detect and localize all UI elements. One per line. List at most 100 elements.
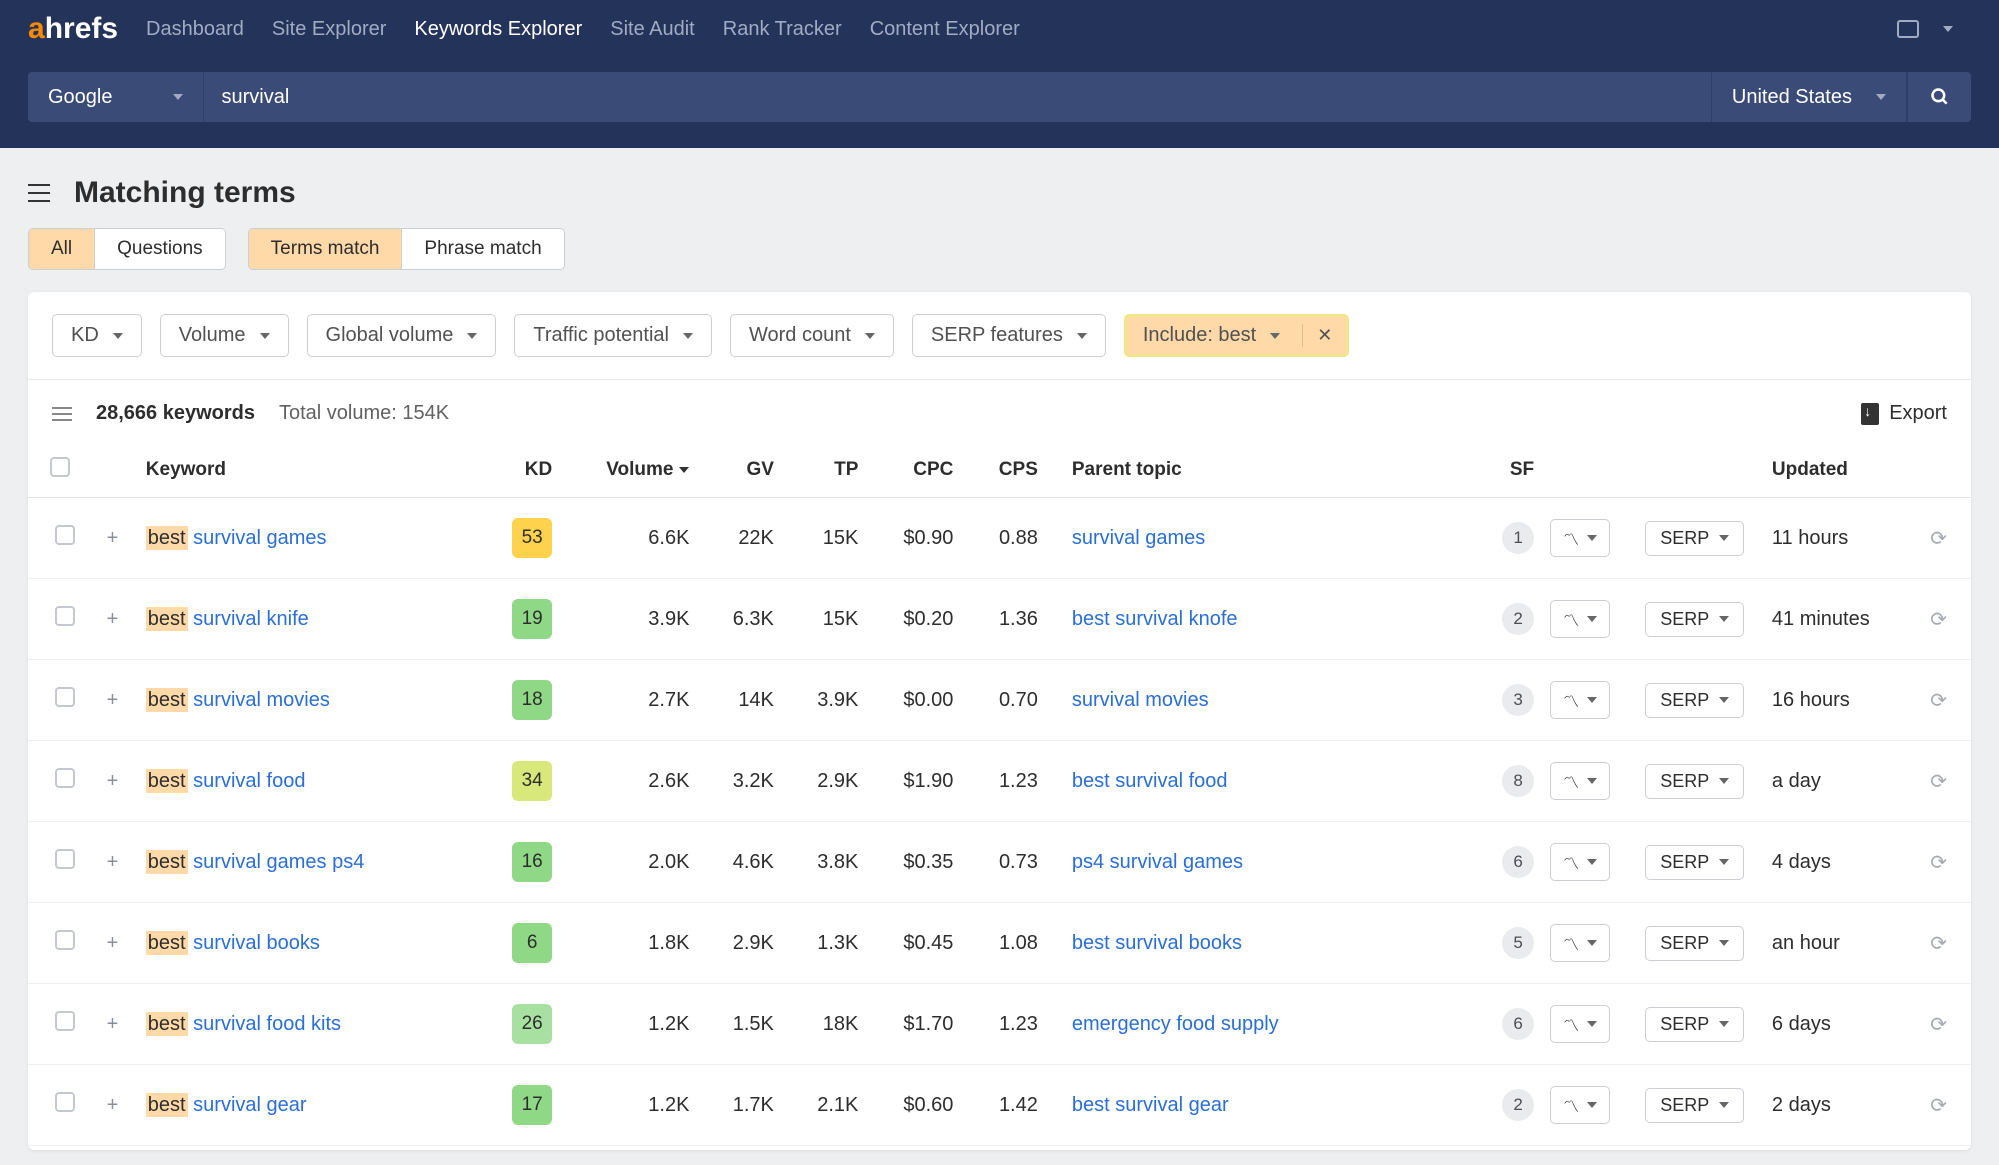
tab-all[interactable]: All — [29, 229, 95, 269]
expand-row-button[interactable]: + — [87, 579, 138, 660]
expand-row-button[interactable]: + — [87, 498, 138, 579]
col-tp[interactable]: TP — [782, 443, 866, 498]
filter-global-volume[interactable]: Global volume — [307, 314, 497, 357]
col-parent[interactable]: Parent topic — [1046, 443, 1479, 498]
trend-chart-button[interactable]: 〽 — [1550, 681, 1610, 719]
parent-topic-link[interactable]: emergency food supply — [1072, 1013, 1279, 1035]
sf-badge[interactable]: 6 — [1502, 846, 1534, 878]
search-button[interactable] — [1907, 72, 1971, 122]
trend-chart-button[interactable]: 〽 — [1550, 843, 1610, 881]
export-button[interactable]: Export — [1861, 402, 1947, 425]
row-checkbox[interactable] — [55, 1092, 75, 1112]
display-icon[interactable] — [1897, 20, 1919, 38]
parent-topic-link[interactable]: ps4 survival games — [1072, 851, 1243, 873]
expand-row-button[interactable]: + — [87, 903, 138, 984]
sf-badge[interactable]: 2 — [1502, 1089, 1534, 1121]
refresh-icon[interactable]: ⟳ — [1930, 609, 1947, 631]
refresh-icon[interactable]: ⟳ — [1930, 528, 1947, 550]
row-checkbox[interactable] — [55, 849, 75, 869]
serp-button[interactable]: SERP — [1645, 521, 1744, 556]
nav-item-site-explorer[interactable]: Site Explorer — [272, 18, 387, 41]
keyword-cell[interactable]: best survival food — [138, 741, 486, 822]
keyword-cell[interactable]: best survival knife — [138, 579, 486, 660]
col-volume[interactable]: Volume — [560, 443, 697, 498]
refresh-icon[interactable]: ⟳ — [1930, 1095, 1947, 1117]
parent-topic-link[interactable]: best survival food — [1072, 770, 1228, 792]
row-checkbox[interactable] — [55, 525, 75, 545]
sf-badge[interactable]: 2 — [1502, 603, 1534, 635]
parent-topic-link[interactable]: best survival knofe — [1072, 608, 1238, 630]
serp-button[interactable]: SERP — [1645, 1088, 1744, 1123]
nav-item-content-explorer[interactable]: Content Explorer — [870, 18, 1020, 41]
nav-item-site-audit[interactable]: Site Audit — [610, 18, 695, 41]
keyword-cell[interactable]: best survival games — [138, 498, 486, 579]
nav-item-rank-tracker[interactable]: Rank Tracker — [723, 18, 842, 41]
sf-badge[interactable]: 3 — [1502, 684, 1534, 716]
col-cps[interactable]: CPS — [961, 443, 1045, 498]
expand-row-button[interactable]: + — [87, 741, 138, 822]
expand-row-button[interactable]: + — [87, 822, 138, 903]
parent-topic-link[interactable]: best survival gear — [1072, 1094, 1229, 1116]
serp-button[interactable]: SERP — [1645, 764, 1744, 799]
filter-traffic-potential[interactable]: Traffic potential — [514, 314, 712, 357]
close-icon[interactable]: ✕ — [1302, 324, 1346, 347]
refresh-icon[interactable]: ⟳ — [1930, 690, 1947, 712]
trend-chart-button[interactable]: 〽 — [1550, 924, 1610, 962]
parent-topic-link[interactable]: survival games — [1072, 527, 1205, 549]
keyword-cell[interactable]: best survival gear — [138, 1065, 486, 1146]
account-menu-caret-icon[interactable] — [1943, 26, 1953, 32]
trend-chart-button[interactable]: 〽 — [1550, 762, 1610, 800]
keyword-cell[interactable]: best survival food kits — [138, 984, 486, 1065]
tab-phrase-match[interactable]: Phrase match — [402, 229, 563, 269]
sf-badge[interactable]: 5 — [1502, 927, 1534, 959]
select-all-checkbox[interactable] — [50, 457, 70, 477]
expand-row-button[interactable]: + — [87, 1065, 138, 1146]
serp-button[interactable]: SERP — [1645, 602, 1744, 637]
expand-row-button[interactable]: + — [87, 984, 138, 1065]
col-cpc[interactable]: CPC — [866, 443, 961, 498]
row-checkbox[interactable] — [55, 930, 75, 950]
keyword-cell[interactable]: best survival movies — [138, 660, 486, 741]
refresh-icon[interactable]: ⟳ — [1930, 852, 1947, 874]
country-select[interactable]: United States — [1711, 72, 1907, 122]
search-engine-select[interactable]: Google — [28, 72, 204, 122]
sf-badge[interactable]: 1 — [1502, 522, 1534, 554]
sidebar-toggle-icon[interactable] — [28, 192, 50, 194]
expand-row-button[interactable]: + — [87, 660, 138, 741]
refresh-icon[interactable]: ⟳ — [1930, 771, 1947, 793]
parent-topic-link[interactable]: survival movies — [1072, 689, 1209, 711]
parent-topic-link[interactable]: best survival books — [1072, 932, 1242, 954]
tab-terms-match[interactable]: Terms match — [249, 229, 403, 269]
keyword-cell[interactable]: best survival books — [138, 903, 486, 984]
trend-chart-button[interactable]: 〽 — [1550, 600, 1610, 638]
row-checkbox[interactable] — [55, 768, 75, 788]
serp-button[interactable]: SERP — [1645, 926, 1744, 961]
keyword-cell[interactable]: best survival games ps4 — [138, 822, 486, 903]
serp-button[interactable]: SERP — [1645, 1007, 1744, 1042]
keyword-search-input[interactable] — [204, 72, 1711, 122]
refresh-icon[interactable]: ⟳ — [1930, 933, 1947, 955]
nav-item-dashboard[interactable]: Dashboard — [146, 18, 244, 41]
col-kd[interactable]: KD — [486, 443, 560, 498]
serp-button[interactable]: SERP — [1645, 845, 1744, 880]
filter-volume[interactable]: Volume — [160, 314, 289, 357]
col-gv[interactable]: GV — [697, 443, 781, 498]
list-options-icon[interactable] — [52, 413, 72, 415]
refresh-icon[interactable]: ⟳ — [1930, 1014, 1947, 1036]
col-updated[interactable]: Updated — [1764, 443, 1922, 498]
row-checkbox[interactable] — [55, 1011, 75, 1031]
row-checkbox[interactable] — [55, 606, 75, 626]
trend-chart-button[interactable]: 〽 — [1550, 1005, 1610, 1043]
sf-badge[interactable]: 8 — [1502, 765, 1534, 797]
col-keyword[interactable]: Keyword — [138, 443, 486, 498]
serp-button[interactable]: SERP — [1645, 683, 1744, 718]
sf-badge[interactable]: 6 — [1502, 1008, 1534, 1040]
trend-chart-button[interactable]: 〽 — [1550, 1086, 1610, 1124]
trend-chart-button[interactable]: 〽 — [1550, 519, 1610, 557]
filter-include-active[interactable]: Include: best✕ — [1124, 314, 1350, 357]
filter-kd[interactable]: KD — [52, 314, 142, 357]
col-sf[interactable]: SF — [1479, 443, 1542, 498]
logo[interactable]: ahrefs — [28, 12, 118, 46]
filter-word-count[interactable]: Word count — [730, 314, 894, 357]
nav-item-keywords-explorer[interactable]: Keywords Explorer — [414, 18, 582, 41]
